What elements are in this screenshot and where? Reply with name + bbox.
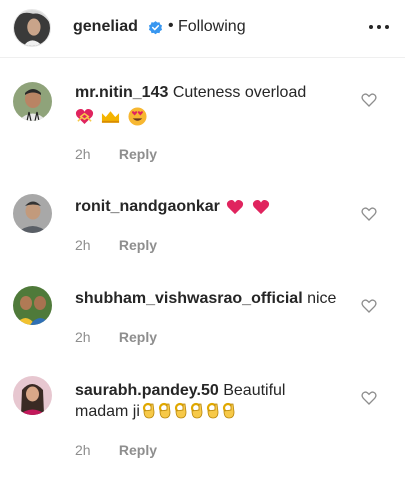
- comment-text: Cuteness overload: [172, 84, 307, 101]
- comment-timestamp[interactable]: 2h: [75, 442, 115, 458]
- red-heart-icon: [227, 199, 244, 214]
- post-header: geneliad • Following: [0, 0, 405, 58]
- red-heart-icon: [252, 199, 269, 214]
- heart-with-ribbon-icon: [75, 109, 94, 125]
- comment-body: saurabh.pandey.50 Beautiful madam ji: [75, 380, 345, 425]
- profile-avatar[interactable]: [13, 9, 51, 47]
- like-heart-icon[interactable]: [361, 206, 377, 222]
- avatar-image: [13, 9, 51, 47]
- reply-button[interactable]: Reply: [119, 237, 157, 253]
- commenter-avatar[interactable]: [13, 376, 52, 415]
- comment-timestamp[interactable]: 2h: [75, 329, 115, 345]
- more-dot: [377, 25, 381, 29]
- comment-text-continued: madam ji: [75, 403, 140, 420]
- following-button[interactable]: Following: [178, 18, 246, 36]
- verified-badge-icon: [148, 21, 163, 35]
- comment-meta: 2h Reply: [75, 146, 157, 162]
- comment-username[interactable]: mr.nitin_143: [75, 84, 168, 101]
- comment-text: nice: [307, 290, 337, 307]
- commenter-avatar[interactable]: [13, 286, 52, 325]
- more-dot: [385, 25, 389, 29]
- post-author-username[interactable]: geneliad: [73, 18, 138, 36]
- crown-icon: [102, 111, 120, 123]
- like-heart-icon[interactable]: [361, 298, 377, 314]
- emoji-row: [75, 106, 345, 126]
- reply-button[interactable]: Reply: [119, 146, 157, 162]
- comment-text: Beautiful: [223, 382, 286, 399]
- comment-username[interactable]: ronit_nandgaonkar: [75, 198, 220, 215]
- comment-meta: 2h Reply: [75, 442, 157, 458]
- comment-username[interactable]: shubham_vishwasrao_official: [75, 290, 303, 307]
- ok-hand-emoji-row: [140, 401, 238, 425]
- commenter-avatar[interactable]: [13, 82, 52, 121]
- heart-eyes-face-icon: [128, 107, 147, 126]
- more-options-icon[interactable]: [369, 20, 389, 34]
- like-heart-icon[interactable]: [361, 390, 377, 406]
- like-heart-icon[interactable]: [361, 92, 377, 108]
- ok-hand-icons: [142, 402, 236, 420]
- commenter-avatar[interactable]: [13, 194, 52, 233]
- more-dot: [369, 25, 373, 29]
- comment-body: mr.nitin_143 Cuteness overload: [75, 82, 345, 126]
- comment-timestamp[interactable]: 2h: [75, 146, 115, 162]
- reply-button[interactable]: Reply: [119, 329, 157, 345]
- comment-body: shubham_vishwasrao_official nice: [75, 288, 365, 309]
- comment-body: ronit_nandgaonkar: [75, 196, 345, 217]
- comment-meta: 2h Reply: [75, 237, 157, 253]
- comment-username[interactable]: saurabh.pandey.50: [75, 382, 219, 399]
- separator-dot: •: [168, 17, 174, 34]
- comment-timestamp[interactable]: 2h: [75, 237, 115, 253]
- comment-meta: 2h Reply: [75, 329, 157, 345]
- reply-button[interactable]: Reply: [119, 442, 157, 458]
